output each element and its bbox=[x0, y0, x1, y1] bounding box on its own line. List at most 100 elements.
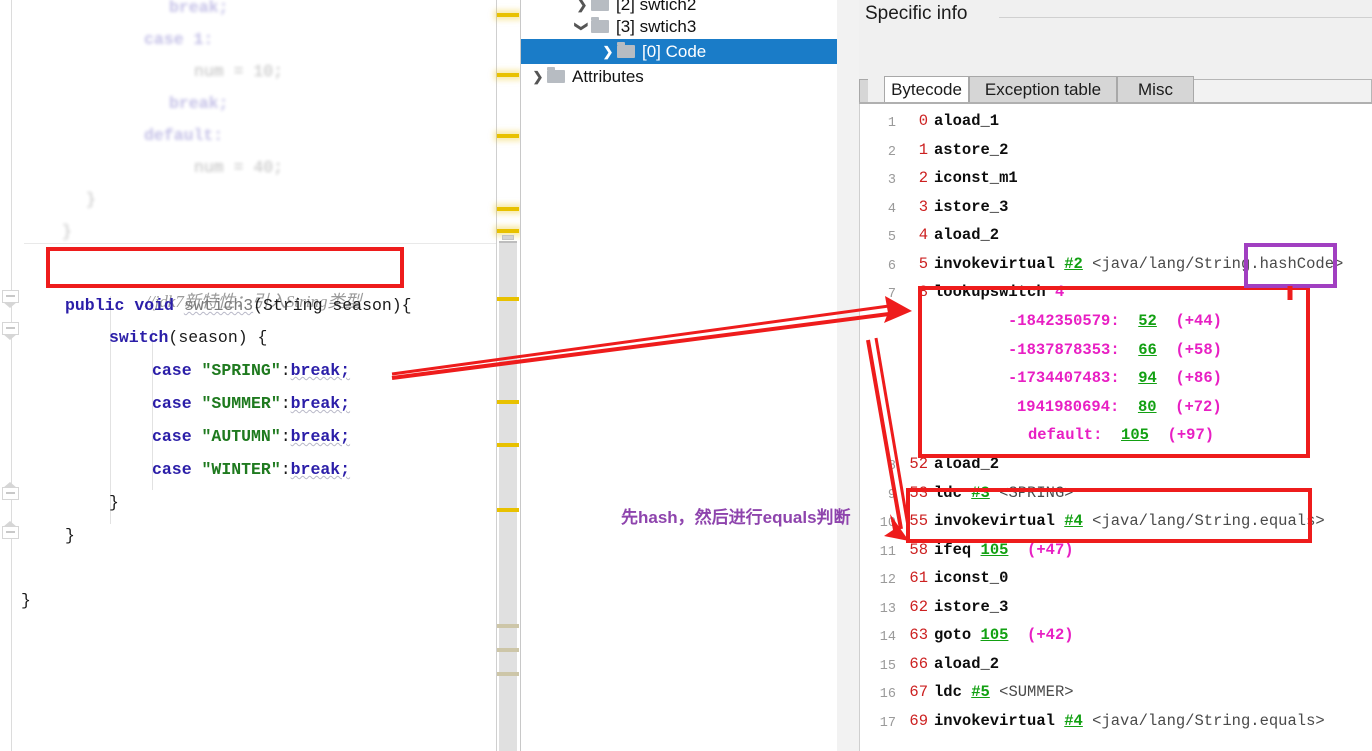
lookupswitch-case-row[interactable]: -1837878353: 66 (+58) bbox=[860, 339, 1372, 368]
editor-marker-0[interactable] bbox=[497, 13, 519, 17]
bytecode-row[interactable]: 13 62 istore_3 bbox=[860, 596, 1372, 625]
editor-scrollbar-grip[interactable] bbox=[502, 235, 514, 240]
bytecode-line-number: 5 bbox=[887, 230, 896, 245]
bytecode-row[interactable]: 8 52 aload_2 bbox=[860, 453, 1372, 482]
code-case-line-1: case "SUMMER":break; bbox=[152, 394, 351, 413]
tree-item-label: [0] Code bbox=[642, 41, 707, 61]
code-text-area[interactable]: break; case 1: num = 10; break; default:… bbox=[21, 0, 496, 751]
lookupswitch-case-row[interactable]: 1941980694: 80 (+72) bbox=[860, 396, 1372, 425]
bytecode-row[interactable]: 10 55 invokevirtual #4 <java/lang/String… bbox=[860, 510, 1372, 539]
bytecode-offset: 5 bbox=[918, 255, 928, 273]
bytecode-row[interactable]: 6 5 invokevirtual #2 <java/lang/String.h… bbox=[860, 253, 1372, 282]
editor-marker-8[interactable] bbox=[497, 508, 519, 512]
folder-icon bbox=[547, 67, 565, 83]
editor-marker-10[interactable] bbox=[497, 648, 519, 652]
bytecode-offset: 8 bbox=[918, 283, 928, 301]
bytecode-body: invokevirtual #4 <java/lang/String.equal… bbox=[934, 712, 1325, 730]
tree-panel-gutter-strip bbox=[837, 0, 859, 751]
tab-exception-table[interactable]: Exception table bbox=[969, 76, 1117, 103]
specific-info-panel: Specific info Bytecode Exception table M… bbox=[859, 0, 1372, 751]
editor-marker-6[interactable] bbox=[497, 400, 519, 404]
lookupswitch-case-row[interactable]: -1842350579: 52 (+44) bbox=[860, 310, 1372, 339]
tree-item-code[interactable]: ❯ [0] Code bbox=[521, 39, 837, 64]
editor-marker-9[interactable] bbox=[497, 624, 519, 628]
code-switch-header: switch(season) { bbox=[109, 328, 268, 347]
tab-bytecode[interactable]: Bytecode bbox=[884, 76, 969, 103]
chevron-down-icon[interactable]: ❯ bbox=[575, 18, 590, 36]
code-method-signature: public void swtich3(String season){ bbox=[65, 296, 412, 315]
bytecode-row[interactable]: 3 2 iconst_m1 bbox=[860, 167, 1372, 196]
editor-marker-11[interactable] bbox=[497, 672, 519, 676]
constant-pool-ref[interactable]: #2 bbox=[1064, 255, 1083, 273]
bytecode-pane[interactable]: 1 0 aload_1 2 1 astore_2 3 2 iconst_m1 4… bbox=[859, 104, 1372, 751]
bytecode-row[interactable]: 11 58 ifeq 105 (+47) bbox=[860, 539, 1372, 568]
bytecode-row[interactable]: 17 69 invokevirtual #4 <java/lang/String… bbox=[860, 710, 1372, 739]
editor-marker-gutter[interactable] bbox=[496, 0, 520, 751]
lookupswitch-case: -1837878353: 66 (+58) bbox=[1008, 341, 1222, 359]
bytecode-row[interactable]: 4 3 istore_3 bbox=[860, 196, 1372, 225]
bytecode-row[interactable]: 2 1 astore_2 bbox=[860, 139, 1372, 168]
lookupswitch-case: -1734407483: 94 (+86) bbox=[1008, 369, 1222, 387]
specific-info-tabs[interactable]: Bytecode Exception table Misc bbox=[859, 76, 1372, 103]
code-fold-gutter[interactable] bbox=[0, 0, 24, 751]
code-faded-line-2: num = 10; bbox=[194, 62, 284, 81]
bytecode-row[interactable]: 14 63 goto 105 (+42) bbox=[860, 624, 1372, 653]
app-root: break; case 1: num = 10; break; default:… bbox=[0, 0, 1372, 751]
constant-pool-ref[interactable]: #3 bbox=[971, 484, 990, 502]
tab-strip-leading-stub bbox=[859, 79, 868, 103]
bytecode-offset: 58 bbox=[909, 541, 928, 559]
bytecode-offset: 66 bbox=[909, 655, 928, 673]
editor-marker-7[interactable] bbox=[497, 443, 519, 447]
code-faded-line-5: num = 40; bbox=[194, 158, 284, 177]
editor-marker-4[interactable] bbox=[497, 229, 519, 233]
constant-pool-ref[interactable]: #4 bbox=[1064, 712, 1083, 730]
bytecode-offset: 55 bbox=[909, 512, 928, 530]
bytecode-offset: 61 bbox=[909, 569, 928, 587]
editor-marker-3[interactable] bbox=[497, 207, 519, 211]
editor-marker-2[interactable] bbox=[497, 134, 519, 138]
fold-marker-expand-2[interactable] bbox=[2, 521, 21, 545]
tab-misc[interactable]: Misc bbox=[1117, 76, 1194, 103]
bytecode-instruction-list[interactable]: 1 0 aload_1 2 1 astore_2 3 2 iconst_m1 4… bbox=[860, 104, 1372, 751]
bytecode-body: invokevirtual #4 <java/lang/String.equal… bbox=[934, 512, 1325, 530]
chevron-right-icon[interactable]: ❯ bbox=[529, 70, 547, 83]
chevron-right-icon[interactable]: ❯ bbox=[599, 45, 617, 58]
tree-item-label: Attributes bbox=[572, 66, 644, 86]
chevron-right-icon[interactable]: ❯ bbox=[573, 0, 591, 11]
tree-item-attributes[interactable]: ❯ Attributes bbox=[521, 64, 837, 89]
code-faded-line-3: break; bbox=[169, 94, 229, 113]
editor-marker-1[interactable] bbox=[497, 73, 519, 77]
bytecode-line-number: 9 bbox=[887, 488, 896, 503]
constant-pool-ref[interactable]: #4 bbox=[1064, 512, 1083, 530]
bytecode-body: astore_2 bbox=[934, 141, 1009, 159]
bytecode-row[interactable]: 16 67 ldc #5 <SUMMER> bbox=[860, 681, 1372, 710]
branch-target[interactable]: 105 bbox=[981, 541, 1009, 559]
fold-marker-collapse-1[interactable] bbox=[2, 290, 21, 309]
bytecode-line-number: 3 bbox=[887, 173, 896, 188]
title-rule bbox=[999, 17, 1372, 18]
branch-target[interactable]: 105 bbox=[981, 626, 1009, 644]
lookupswitch-default-row[interactable]: default: 105 (+97) bbox=[860, 424, 1372, 453]
fold-marker-expand-1[interactable] bbox=[2, 482, 21, 506]
bytecode-row[interactable]: 1 0 aload_1 bbox=[860, 110, 1372, 139]
bytecode-row[interactable]: 12 61 iconst_0 bbox=[860, 567, 1372, 596]
code-editor-panel[interactable]: break; case 1: num = 10; break; default:… bbox=[0, 0, 520, 751]
code-case-line-2: case "AUTUMN":break; bbox=[152, 427, 351, 446]
class-structure-tree[interactable]: ❯ [2] swtich2 ❯ [3] swtich3 ❯ [0] Code ❯… bbox=[521, 0, 837, 751]
bytecode-line-number: 16 bbox=[879, 687, 896, 702]
bytecode-row[interactable]: 5 4 aload_2 bbox=[860, 224, 1372, 253]
editor-marker-5[interactable] bbox=[497, 297, 519, 301]
bytecode-body: aload_1 bbox=[934, 112, 1000, 130]
tree-item-swtich3[interactable]: ❯ [3] swtich3 bbox=[521, 14, 837, 39]
lookupswitch-case-row[interactable]: -1734407483: 94 (+86) bbox=[860, 367, 1372, 396]
constant-pool-ref[interactable]: #5 bbox=[971, 683, 990, 701]
bytecode-body: istore_3 bbox=[934, 198, 1009, 216]
code-case-line-3: case "WINTER":break; bbox=[152, 460, 351, 479]
bytecode-offset: 62 bbox=[909, 598, 928, 616]
bytecode-row[interactable]: 15 66 aload_2 bbox=[860, 653, 1372, 682]
bytecode-offset: 53 bbox=[909, 484, 928, 502]
lookupswitch-default: default: 105 (+97) bbox=[1028, 426, 1215, 444]
fold-marker-collapse-2[interactable] bbox=[2, 322, 21, 341]
bytecode-offset: 4 bbox=[918, 226, 928, 244]
bytecode-row[interactable]: 9 53 ldc #3 <SPRING> bbox=[860, 482, 1372, 511]
